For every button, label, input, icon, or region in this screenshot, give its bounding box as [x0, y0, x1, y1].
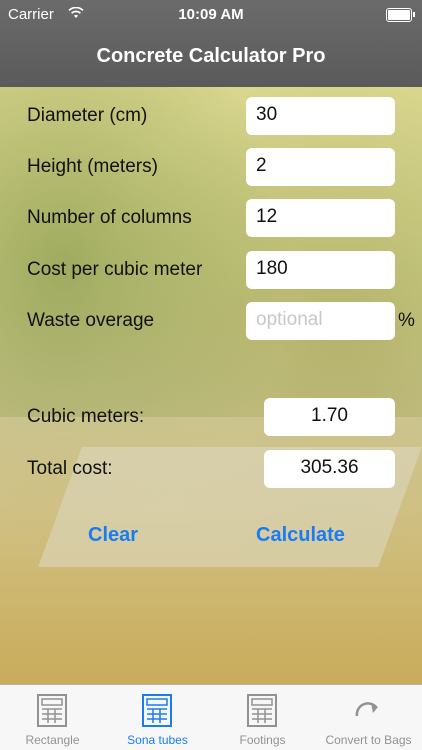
tab-sona-tubes[interactable]: Sona tubes: [105, 685, 210, 750]
status-bar: Carrier 10:09 AM: [0, 0, 422, 30]
app-screen: Carrier 10:09 AM Concrete Calculator Pro…: [0, 0, 422, 750]
refresh-arrow-icon: [355, 702, 378, 717]
total-cost-output: 305.36: [264, 450, 395, 488]
height-label: Height (meters): [27, 156, 158, 177]
cubic-meters-output: 1.70: [264, 398, 395, 436]
cubic-meters-label: Cubic meters:: [27, 406, 145, 427]
tab-convert-to-bags[interactable]: Convert to Bags: [315, 685, 422, 750]
columns-input[interactable]: 12: [246, 199, 395, 237]
total-cost-label: Total cost:: [27, 458, 113, 479]
tab-rectangle[interactable]: Rectangle: [0, 685, 105, 750]
tab-footings[interactable]: Footings: [210, 685, 315, 750]
tab-label: Footings: [239, 733, 286, 747]
cost-input[interactable]: 180: [246, 251, 395, 289]
calculate-button[interactable]: Calculate: [256, 524, 345, 547]
diameter-input[interactable]: 30: [246, 97, 395, 135]
calculator-grid-icon: [247, 694, 277, 727]
header: Carrier 10:09 AM Concrete Calculator Pro: [0, 0, 422, 87]
columns-label: Number of columns: [27, 207, 192, 228]
waste-input[interactable]: optional: [246, 302, 395, 340]
page-title: Concrete Calculator Pro: [96, 45, 326, 67]
clear-button[interactable]: Clear: [88, 524, 138, 547]
tab-label: Convert to Bags: [325, 733, 412, 747]
battery-icon: [386, 8, 415, 22]
status-time: 10:09 AM: [178, 6, 244, 23]
cost-label: Cost per cubic meter: [27, 259, 203, 280]
tab-label: Sona tubes: [127, 733, 188, 747]
height-input[interactable]: 2: [246, 148, 395, 186]
tab-bar: Rectangle Sona tubes Footings Convert to…: [0, 684, 422, 750]
calculator-panel: Diameter (cm) 30 Height (meters) 2 Numbe…: [0, 87, 422, 684]
calculator-grid-icon: [37, 694, 67, 727]
percent-unit: %: [398, 310, 415, 331]
tab-label: Rectangle: [25, 733, 80, 747]
waste-label: Waste overage: [27, 310, 155, 331]
diameter-label: Diameter (cm): [27, 105, 148, 126]
calculator-grid-icon: [142, 694, 172, 727]
